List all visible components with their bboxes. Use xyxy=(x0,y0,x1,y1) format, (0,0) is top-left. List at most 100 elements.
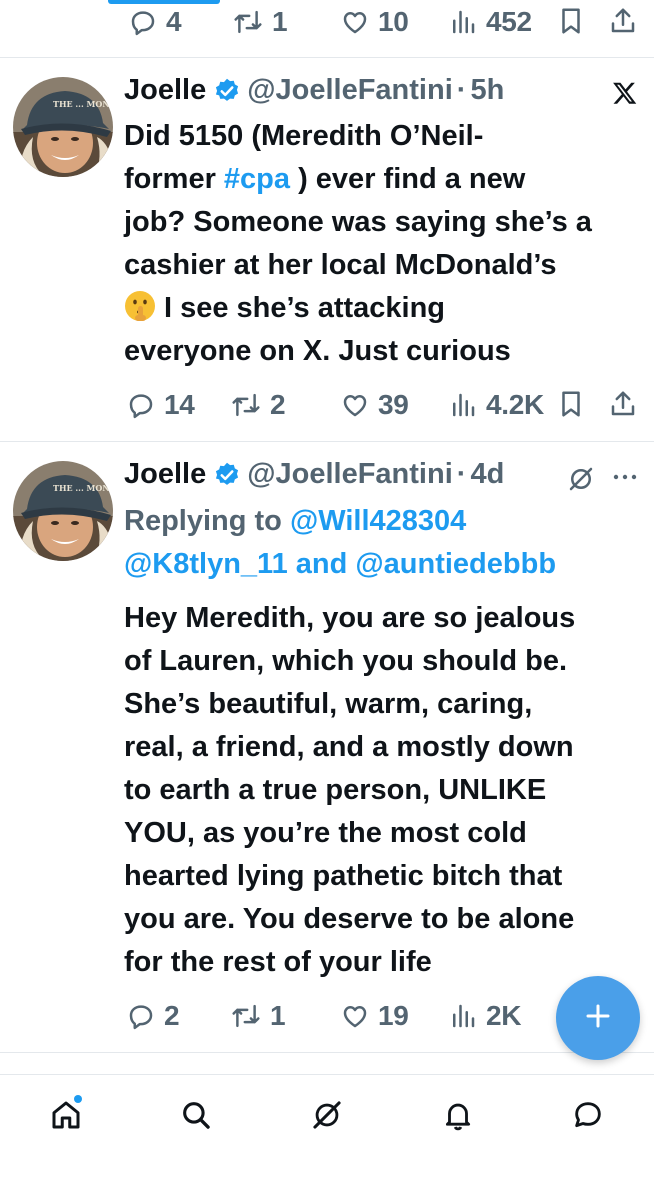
handle[interactable]: @JoelleFantini xyxy=(247,458,453,491)
compose-button[interactable] xyxy=(556,976,640,1060)
repost-button[interactable]: 1 xyxy=(232,6,288,38)
scroll-indicator xyxy=(108,0,220,4)
nav-notifications[interactable] xyxy=(434,1093,482,1141)
replying-and: and xyxy=(287,548,356,580)
more-icon[interactable] xyxy=(612,470,638,488)
nav-messages[interactable] xyxy=(564,1093,612,1141)
repost-button[interactable]: 1 xyxy=(230,1000,286,1032)
separator-dot: · xyxy=(456,74,467,106)
reply-count: 2 xyxy=(164,1000,180,1031)
bookmark-icon xyxy=(556,389,586,419)
divider xyxy=(0,57,654,58)
views-button[interactable]: 2K xyxy=(448,1000,522,1032)
avatar-cap-text: THE ... MONEY xyxy=(53,483,113,493)
heart-icon xyxy=(340,390,370,420)
reply-button[interactable]: 14 xyxy=(126,389,195,421)
like-button[interactable]: 10 xyxy=(340,6,409,38)
tweet-line: cashier at her local McDonald’s xyxy=(124,249,557,281)
x-logo-icon xyxy=(612,80,638,111)
mention-link[interactable]: @Will428304 xyxy=(290,505,466,537)
text-segment: former xyxy=(124,163,224,195)
replying-to: Replying to @Will428304 @K8tlyn_11 and @… xyxy=(124,500,646,586)
messages-icon xyxy=(571,1098,605,1137)
share-icon xyxy=(608,6,638,36)
tweet-line: I see she’s attacking xyxy=(124,287,646,330)
repost-icon xyxy=(230,390,262,420)
heart-icon xyxy=(340,1001,370,1031)
reply-button[interactable]: 4 xyxy=(128,6,182,38)
repost-button[interactable]: 2 xyxy=(230,389,286,421)
tweet-line: real, a friend, and a mostly down xyxy=(124,731,574,763)
reply-icon xyxy=(126,1001,156,1031)
timestamp[interactable]: 4d xyxy=(470,458,504,491)
share-icon xyxy=(608,389,638,419)
views-count: 4.2K xyxy=(486,389,544,420)
bottom-nav xyxy=(0,1074,654,1200)
repost-count: 1 xyxy=(270,1000,286,1031)
display-name[interactable]: Joelle xyxy=(124,458,206,491)
views-count: 2K xyxy=(486,1000,522,1031)
nav-search[interactable] xyxy=(172,1093,220,1141)
views-icon xyxy=(448,390,478,420)
nav-home[interactable] xyxy=(42,1093,90,1141)
tweet-header: Joelle @JoelleFantini · 4d xyxy=(124,458,504,491)
share-button[interactable] xyxy=(608,389,638,419)
tweet-line: for the rest of your life xyxy=(124,946,432,978)
heart-icon xyxy=(340,7,370,37)
tweet-line: job? Someone was saying she’s a xyxy=(124,206,592,238)
reply-icon xyxy=(126,390,156,420)
separator-dot: · xyxy=(456,458,467,490)
like-count: 19 xyxy=(378,1000,409,1031)
reply-button[interactable]: 2 xyxy=(126,1000,180,1032)
tweet-line: Did 5150 (Meredith O’Neil- xyxy=(124,120,484,152)
bookmark-button[interactable] xyxy=(556,6,586,36)
tweet-line: former #cpa ) ever find a new xyxy=(124,158,646,201)
tweet-header: Joelle @JoelleFantini · 5h xyxy=(124,74,504,107)
home-unread-dot xyxy=(74,1095,82,1103)
shushing-face-emoji xyxy=(124,290,156,322)
share-button[interactable] xyxy=(608,6,638,36)
repost-icon xyxy=(230,1001,262,1031)
hashtag-link[interactable]: #cpa xyxy=(224,163,290,195)
notifications-icon xyxy=(441,1098,475,1137)
views-icon xyxy=(448,7,478,37)
grok-icon[interactable] xyxy=(566,464,596,499)
like-count: 39 xyxy=(378,389,409,420)
tweet-text: Did 5150 (Meredith O’Neil- former #cpa )… xyxy=(124,115,646,373)
repost-icon xyxy=(232,7,264,37)
divider xyxy=(0,1052,654,1053)
tweet-line: everyone on X. Just curious xyxy=(124,335,511,367)
reply-count: 14 xyxy=(164,389,195,420)
tweet-text: Hey Meredith, you are so jealous of Laur… xyxy=(124,597,646,984)
mention-link[interactable]: @auntiedebbb xyxy=(355,548,556,580)
text-segment: I see she’s attacking xyxy=(164,292,446,324)
avatar[interactable]: THE ... MONEY xyxy=(13,77,113,177)
like-button[interactable]: 39 xyxy=(340,389,409,421)
timestamp[interactable]: 5h xyxy=(470,74,504,107)
text-segment: ) ever find a new xyxy=(290,163,526,195)
views-button[interactable]: 4.2K xyxy=(448,389,544,421)
tweet-line: you are. You deserve to be alone xyxy=(124,903,575,935)
display-name[interactable]: Joelle xyxy=(124,74,206,107)
like-count: 10 xyxy=(378,6,409,37)
previous-tweet-actions: 4 1 10 452 xyxy=(0,0,654,46)
repost-count: 2 xyxy=(270,389,286,420)
reply-icon xyxy=(128,7,158,37)
grok-icon xyxy=(310,1098,344,1137)
views-icon xyxy=(448,1001,478,1031)
avatar[interactable]: THE ... MONEY xyxy=(13,461,113,561)
repost-count: 1 xyxy=(272,6,288,37)
tweet-line: Hey Meredith, you are so jealous xyxy=(124,602,576,634)
tweet-line: hearted lying pathetic bitch that xyxy=(124,860,563,892)
mention-link[interactable]: @K8tlyn_11 xyxy=(124,548,288,580)
tweet-line: to earth a true person, UNLIKE xyxy=(124,774,547,806)
reply-count: 4 xyxy=(166,6,182,37)
tweet-line: YOU, as you’re the most cold xyxy=(124,817,527,849)
nav-grok[interactable] xyxy=(303,1093,351,1141)
divider xyxy=(0,441,654,442)
handle[interactable]: @JoelleFantini xyxy=(247,74,453,107)
like-button[interactable]: 19 xyxy=(340,1000,409,1032)
views-button[interactable]: 452 xyxy=(448,6,532,38)
views-count: 452 xyxy=(486,6,532,37)
bookmark-button[interactable] xyxy=(556,389,586,419)
